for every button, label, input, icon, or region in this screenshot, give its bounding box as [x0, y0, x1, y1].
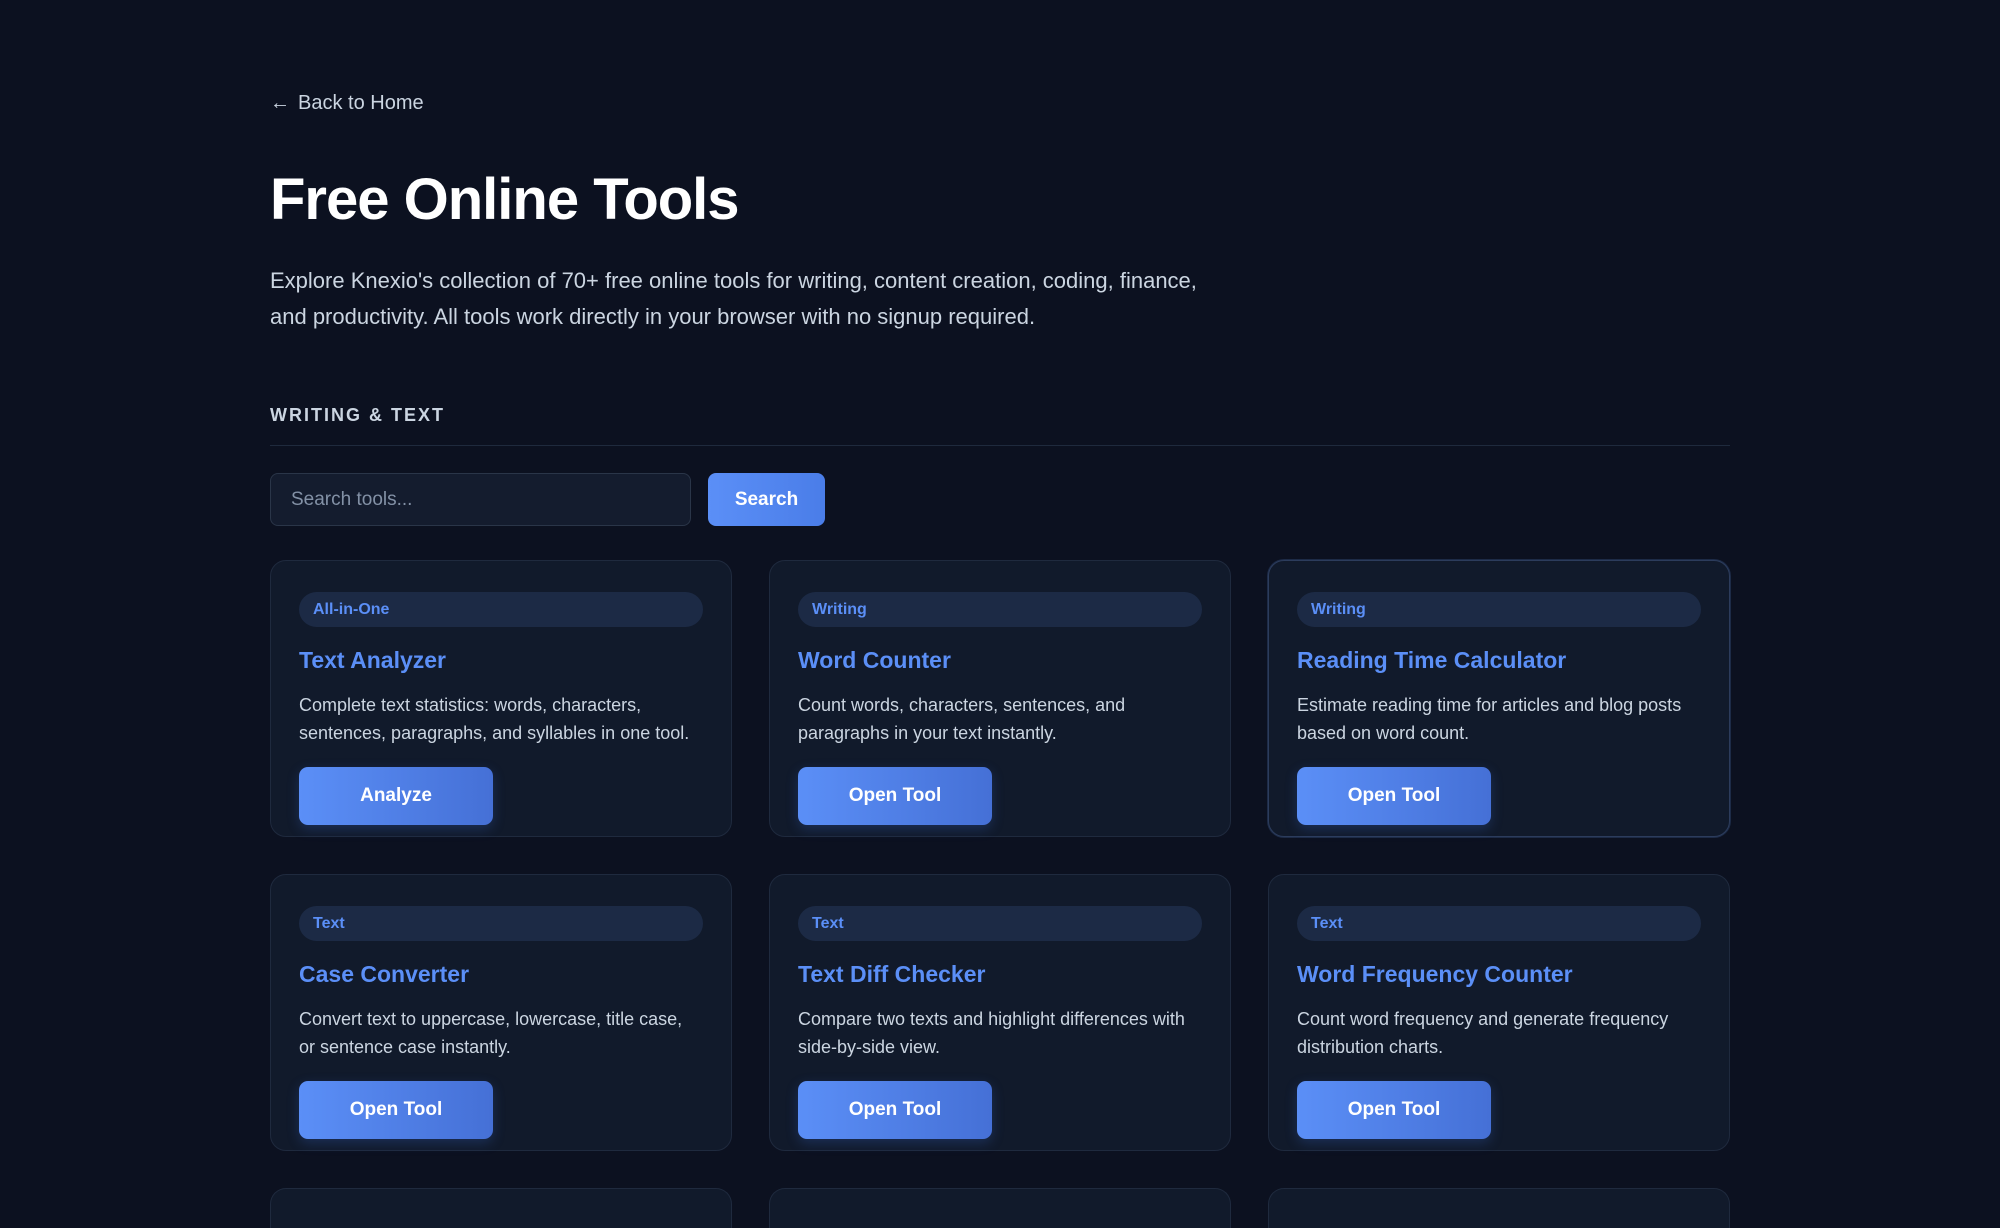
- tool-description: Estimate reading time for articles and b…: [1297, 695, 1682, 743]
- tool-title[interactable]: Text Diff Checker: [798, 961, 1202, 988]
- search-input[interactable]: [270, 473, 691, 526]
- tool-card: Writing Reading Time Calculator Estimate…: [1268, 560, 1730, 837]
- section-divider: [270, 445, 1730, 446]
- tool-badge: Text: [798, 906, 1202, 941]
- tool-description: Count word frequency and generate freque…: [1297, 1009, 1669, 1057]
- arrow-left-icon: ←: [270, 92, 290, 114]
- section-heading: WRITING & TEXT: [270, 405, 445, 425]
- tool-badge: Writing: [798, 592, 1202, 627]
- page-subtitle: Explore Knexio's collection of 70+ free …: [270, 268, 1197, 329]
- tool-title[interactable]: Text Analyzer: [299, 647, 703, 674]
- tool-card: Text Word Frequency Counter Count word f…: [1268, 874, 1730, 1151]
- back-link-label: Back to Home: [298, 92, 424, 114]
- tool-card: All-in-One Text Analyzer Complete text s…: [270, 560, 732, 837]
- tool-description: Count words, characters, sentences, and …: [798, 695, 1126, 743]
- open-tool-button[interactable]: Open Tool: [798, 1081, 992, 1139]
- tool-grid: All-in-One Text Analyzer Complete text s…: [270, 560, 1730, 1228]
- tool-card: Writing Word Counter Count words, charac…: [769, 560, 1231, 837]
- tool-badge: Text: [1297, 906, 1701, 941]
- tool-card-partial: [270, 1188, 732, 1228]
- open-tool-button[interactable]: Open Tool: [1297, 1081, 1491, 1139]
- search-button[interactable]: Search: [708, 473, 825, 526]
- tool-card: Text Case Converter Convert text to uppe…: [270, 874, 732, 1151]
- page-title: Free Online Tools: [270, 167, 740, 232]
- tool-description: Compare two texts and highlight differen…: [798, 1009, 1185, 1057]
- tool-card-partial: [769, 1188, 1231, 1228]
- tool-badge: All-in-One: [299, 592, 703, 627]
- tool-card: Text Text Diff Checker Compare two texts…: [769, 874, 1231, 1151]
- tool-title[interactable]: Reading Time Calculator: [1297, 647, 1701, 674]
- open-tool-button[interactable]: Open Tool: [299, 1081, 493, 1139]
- tool-title[interactable]: Word Counter: [798, 647, 1202, 674]
- tool-description: Complete text statistics: words, charact…: [299, 695, 690, 743]
- tool-description: Convert text to uppercase, lowercase, ti…: [299, 1009, 683, 1057]
- tool-card-partial: [1268, 1188, 1730, 1228]
- tool-badge: Writing: [1297, 592, 1701, 627]
- open-tool-button[interactable]: Open Tool: [798, 767, 992, 825]
- tool-badge: Text: [299, 906, 703, 941]
- back-to-home-link[interactable]: ← Back to Home: [270, 92, 424, 115]
- tool-title[interactable]: Word Frequency Counter: [1297, 961, 1701, 988]
- analyze-button[interactable]: Analyze: [299, 767, 493, 825]
- tool-title[interactable]: Case Converter: [299, 961, 703, 988]
- open-tool-button[interactable]: Open Tool: [1297, 767, 1491, 825]
